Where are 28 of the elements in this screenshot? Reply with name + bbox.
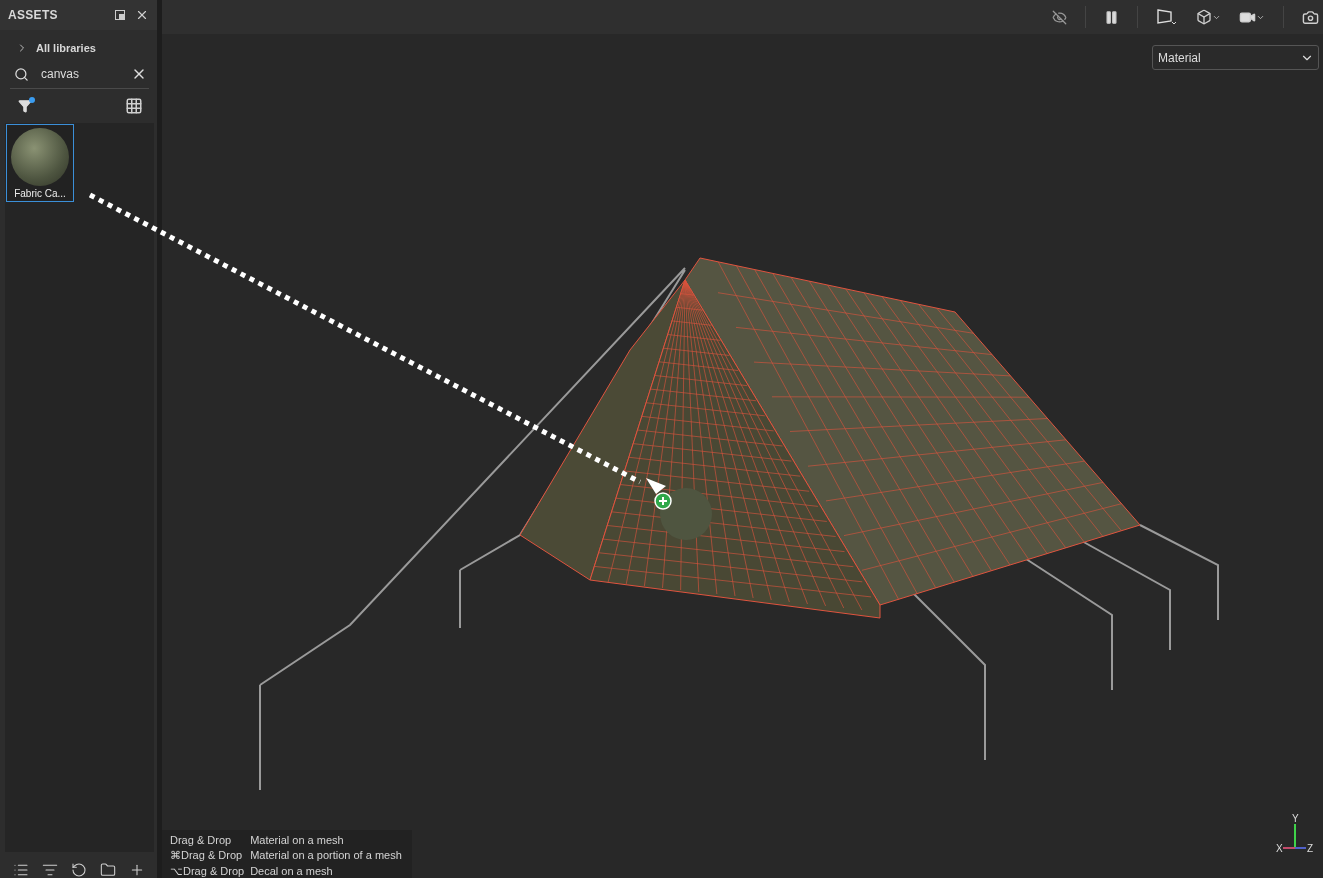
search-input[interactable]: canvas bbox=[39, 66, 121, 82]
hint-action: Material on a portion of a mesh bbox=[250, 849, 402, 862]
refresh-icon[interactable] bbox=[70, 862, 87, 878]
close-icon[interactable] bbox=[135, 8, 149, 22]
hint-gesture: Drag & Drop bbox=[170, 834, 233, 846]
hint-gesture: ⌥Drag & Drop bbox=[170, 865, 245, 878]
panel-title: ASSETS bbox=[8, 8, 59, 22]
search-field[interactable]: canvas bbox=[10, 62, 149, 89]
cube-icon[interactable] bbox=[1196, 9, 1221, 25]
drag-cursor-icon bbox=[646, 478, 712, 540]
pause-icon[interactable] bbox=[1104, 9, 1119, 25]
filter-icon[interactable] bbox=[18, 99, 32, 113]
hint-gesture: ⌘Drag & Drop bbox=[170, 849, 244, 862]
hidden-eye-icon[interactable] bbox=[1052, 9, 1067, 25]
axis-gizmo: X Y Z bbox=[1275, 812, 1315, 856]
frame-icon[interactable] bbox=[1156, 8, 1178, 26]
hint-action: Material on a mesh bbox=[250, 834, 345, 846]
undock-icon[interactable] bbox=[115, 10, 125, 20]
render-mode-dropdown[interactable]: Material bbox=[1152, 45, 1319, 70]
list-icon[interactable] bbox=[12, 862, 29, 878]
all-libraries-link[interactable]: All libraries bbox=[14, 40, 98, 56]
grid-view-icon[interactable] bbox=[125, 97, 143, 115]
asset-tile[interactable]: Fabric Ca... bbox=[6, 124, 74, 202]
camera-icon[interactable] bbox=[1302, 8, 1319, 26]
hint-action: Decal on a mesh bbox=[250, 865, 334, 878]
folder-icon[interactable] bbox=[99, 862, 116, 878]
search-icon bbox=[14, 66, 29, 82]
list-filter-icon[interactable] bbox=[41, 862, 58, 878]
